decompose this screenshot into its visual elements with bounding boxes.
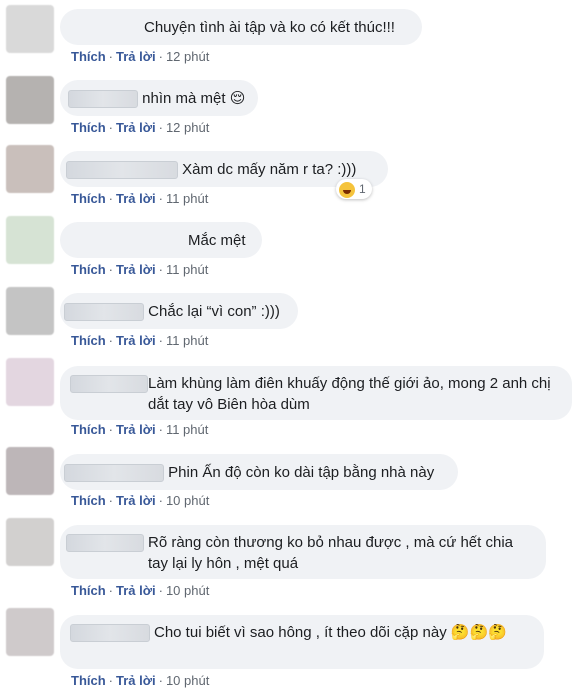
comment-actions: Thích · Trả lời · 11 phút <box>71 191 209 206</box>
comment-bubble: Cho tui biết vì sao hông , ít theo dõi c… <box>60 615 544 669</box>
reply-link[interactable]: Trả lời <box>116 493 156 508</box>
like-link[interactable]: Thích <box>71 422 106 437</box>
comment-bubble: Làm khùng làm điên khuấy động thế giới ả… <box>60 366 572 420</box>
reply-link[interactable]: Trả lời <box>116 583 156 598</box>
timestamp[interactable]: 11 phút <box>166 422 208 437</box>
comment-text: Làm khùng làm điên khuấy động thế giới ả… <box>148 375 555 413</box>
reply-link[interactable]: Trả lời <box>116 191 156 206</box>
reply-link[interactable]: Trả lời <box>116 422 156 437</box>
timestamp[interactable]: 11 phút <box>166 262 208 277</box>
comment-text: Cho tui biết vì sao hông , ít theo dõi c… <box>154 624 507 641</box>
comment-actions: Thích · Trả lời · 10 phút <box>71 493 210 508</box>
comment-text: Phin Ấn độ còn ko dài tập bằng nhà này <box>168 464 435 481</box>
timestamp[interactable]: 10 phút <box>166 673 209 688</box>
like-link[interactable]: Thích <box>71 49 106 64</box>
comment-actions: Thích · Trả lời · 11 phút <box>71 422 209 437</box>
comment-actions: Thích · Trả lời · 11 phút <box>71 262 209 277</box>
avatar[interactable] <box>6 216 54 264</box>
comment-actions: Thích · Trả lời · 12 phút <box>71 120 210 135</box>
reply-link[interactable]: Trả lời <box>116 333 156 348</box>
reaction-summary[interactable]: 1 <box>336 179 372 199</box>
timestamp[interactable]: 11 phút <box>166 333 208 348</box>
comment-text: Xàm dc mấy năm r ta? :))) <box>182 161 357 178</box>
reply-link[interactable]: Trả lời <box>116 673 156 688</box>
comment-bubble: Chuyện tình ài tập và ko có kết thúc!!! <box>60 9 422 45</box>
like-link[interactable]: Thích <box>71 493 106 508</box>
comment-text: Rõ ràng còn thương ko bỏ nhau được , mà … <box>148 534 518 572</box>
blurred-author-name[interactable] <box>66 534 144 552</box>
comment-text: nhìn mà mệt 😌 <box>142 90 246 107</box>
like-link[interactable]: Thích <box>71 191 106 206</box>
comment-bubble: Chắc lại “vì con” :))) <box>60 293 298 329</box>
comment-actions: Thích · Trả lời · 10 phút <box>71 673 210 688</box>
avatar[interactable] <box>6 76 54 124</box>
avatar[interactable] <box>6 287 54 335</box>
blurred-author-name[interactable] <box>64 303 144 322</box>
like-link[interactable]: Thích <box>71 583 106 598</box>
timestamp[interactable]: 12 phút <box>166 120 209 135</box>
comment-actions: Thích · Trả lời · 11 phút <box>71 333 209 348</box>
timestamp[interactable]: 12 phút <box>166 49 209 64</box>
timestamp[interactable]: 11 phút <box>166 191 208 206</box>
comment-bubble: nhìn mà mệt 😌 <box>60 80 258 116</box>
avatar[interactable] <box>6 5 54 53</box>
avatar[interactable] <box>6 518 54 566</box>
like-link[interactable]: Thích <box>71 333 106 348</box>
like-link[interactable]: Thích <box>71 120 106 135</box>
avatar[interactable] <box>6 447 54 495</box>
comment-text: Chắc lại “vì con” :))) <box>148 303 280 320</box>
timestamp[interactable]: 10 phút <box>166 493 209 508</box>
reply-link[interactable]: Trả lời <box>116 120 156 135</box>
avatar[interactable] <box>6 358 54 406</box>
reaction-count: 1 <box>359 182 366 196</box>
blurred-author-name[interactable] <box>70 375 148 393</box>
comment-bubble: Phin Ấn độ còn ko dài tập bằng nhà này <box>60 454 458 490</box>
reply-link[interactable]: Trả lời <box>116 262 156 277</box>
blurred-author-name[interactable] <box>66 161 178 180</box>
blurred-author-name[interactable] <box>64 464 164 483</box>
timestamp[interactable]: 10 phút <box>166 583 209 598</box>
avatar[interactable] <box>6 608 54 656</box>
reply-link[interactable]: Trả lời <box>116 49 156 64</box>
comment-actions: Thích · Trả lời · 12 phút <box>71 49 210 64</box>
comment-text: Chuyện tình ài tập và ko có kết thúc!!! <box>144 19 395 36</box>
like-link[interactable]: Thích <box>71 673 106 688</box>
comment-actions: Thích · Trả lời · 10 phút <box>71 583 210 598</box>
comment-text: Mắc mệt <box>188 232 246 249</box>
like-link[interactable]: Thích <box>71 262 106 277</box>
blurred-author-name[interactable] <box>68 90 138 109</box>
comment-bubble: Rõ ràng còn thương ko bỏ nhau được , mà … <box>60 525 546 579</box>
laughing-face-icon <box>339 181 355 198</box>
comment-bubble: Mắc mệt <box>60 222 262 258</box>
avatar[interactable] <box>6 145 54 193</box>
blurred-author-name[interactable] <box>70 624 150 642</box>
